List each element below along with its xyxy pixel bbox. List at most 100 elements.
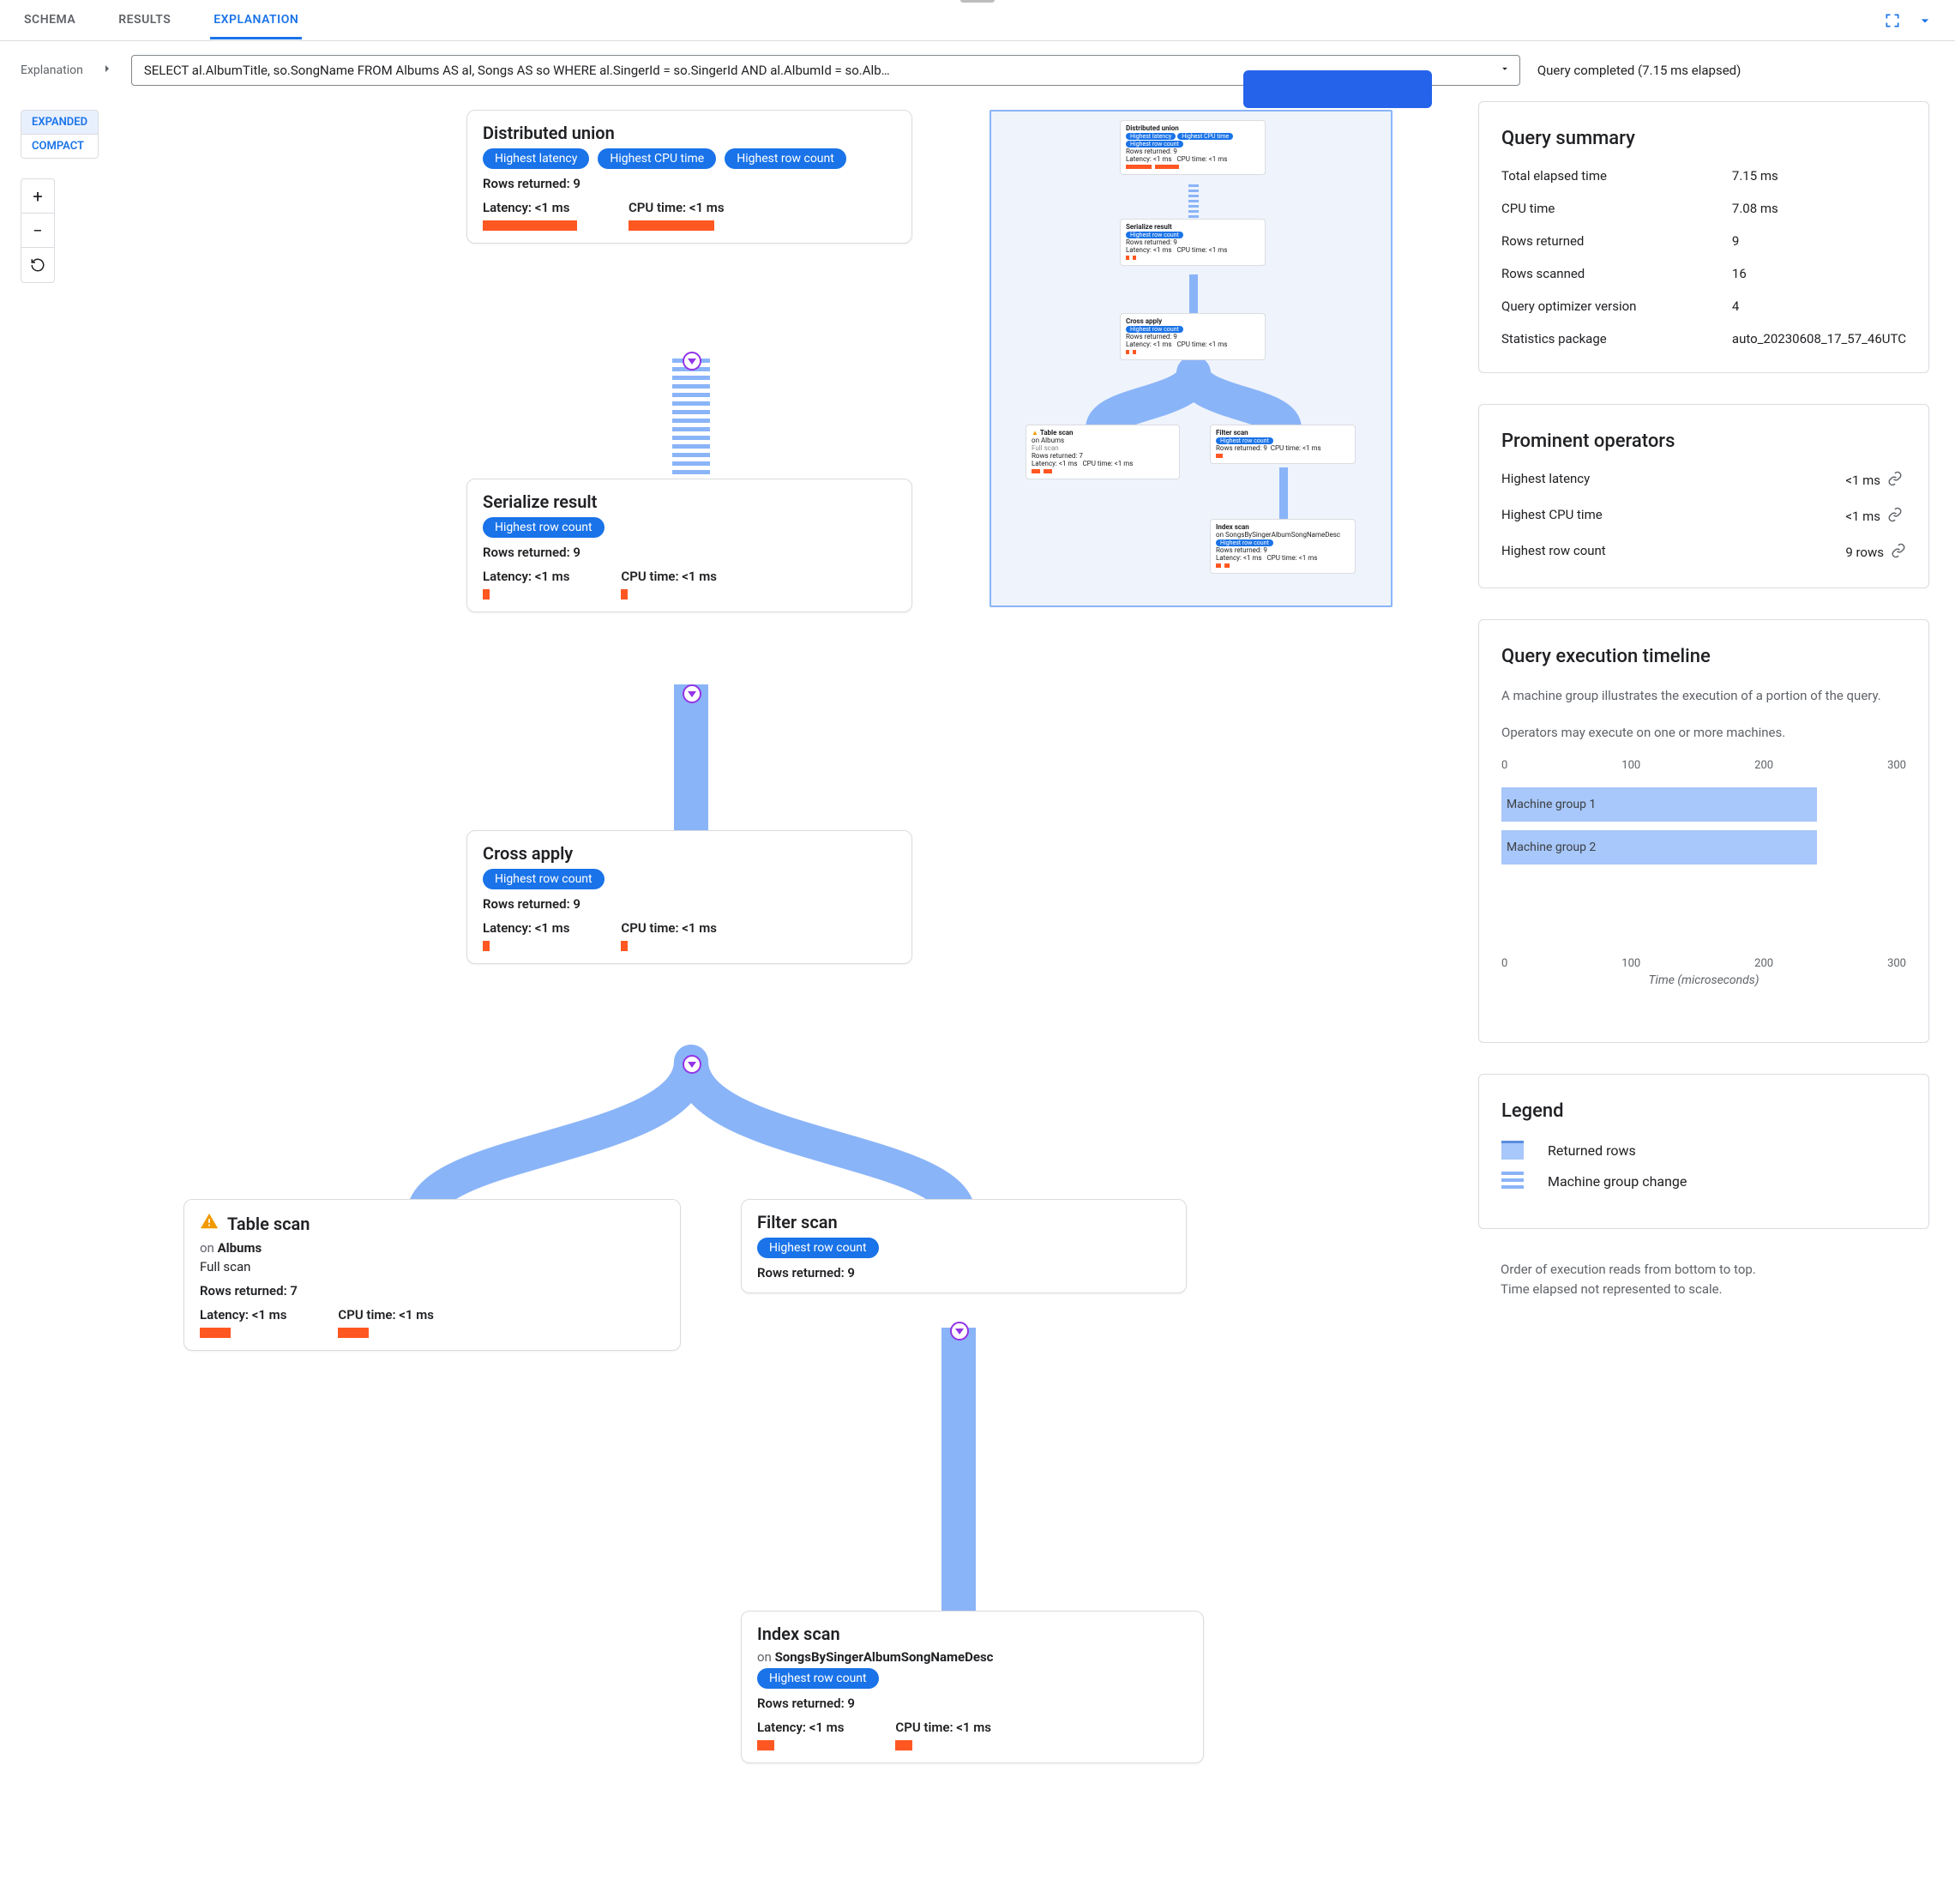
sub-fullscan: Full scan (200, 1259, 665, 1274)
latency-bar (200, 1328, 231, 1338)
footnote-line: Time elapsed not represented to scale. (1501, 1280, 1907, 1299)
latency-bar (483, 941, 490, 951)
panel-title: Prominent operators (1501, 431, 1906, 452)
tab-explanation[interactable]: EXPLANATION (210, 1, 302, 39)
badge-highest-rows: Highest row count (757, 1668, 879, 1689)
panel-query-summary: Query summary Total elapsed time7.15 ms … (1478, 101, 1929, 373)
node-serialize-result[interactable]: Serialize result Highest row count Rows … (466, 479, 912, 612)
summary-value: 16 (1732, 266, 1906, 281)
latency: Latency: <1 ms (483, 569, 569, 584)
query-status: Query completed (7.15 ms elapsed) (1537, 63, 1741, 78)
rows-returned: Rows returned: 9 (483, 176, 896, 191)
cpu-bar (629, 220, 714, 231)
fullscreen-icon[interactable] (1883, 11, 1902, 30)
minimap[interactable]: Distributed union Highest latencyHighest… (990, 110, 1393, 607)
prominent-value: <1 ms (1845, 509, 1880, 524)
tab-results[interactable]: RESULTS (115, 1, 174, 39)
plan-explorer[interactable]: EXPANDED COMPACT + − (21, 101, 1461, 1817)
cpu-time: CPU time: <1 ms (629, 200, 725, 215)
node-title: Distributed union (483, 123, 896, 143)
summary-key: CPU time (1501, 201, 1706, 216)
node-title: Index scan (757, 1624, 1188, 1644)
breadcrumb-label: Explanation (21, 63, 83, 77)
plan-graph[interactable]: Distributed union Highest latency Highes… (21, 101, 1461, 1817)
latency-bar (757, 1740, 774, 1750)
summary-value: auto_20230608_17_57_46UTC (1732, 331, 1906, 346)
legend-label: Machine group change (1548, 1173, 1687, 1190)
summary-key: Rows returned (1501, 233, 1706, 249)
edge (941, 1328, 976, 1611)
rows-returned: Rows returned: 9 (757, 1696, 1188, 1711)
badge-highest-cpu: Highest CPU time (598, 148, 716, 169)
latency: Latency: <1 ms (483, 920, 569, 936)
tick: 0 (1501, 957, 1507, 970)
sidebar: Query summary Total elapsed time7.15 ms … (1478, 101, 1955, 1298)
tab-schema[interactable]: SCHEMA (21, 1, 79, 39)
badge-highest-rows: Highest row count (757, 1238, 879, 1258)
tick: 300 (1887, 759, 1906, 772)
link-icon[interactable] (1887, 471, 1903, 490)
prominent-key: Highest CPU time (1501, 507, 1820, 526)
tick: 200 (1754, 759, 1773, 772)
node-filter-scan[interactable]: Filter scan Highest row count Rows retur… (741, 1199, 1187, 1293)
node-index-scan[interactable]: Index scan on SongsBySingerAlbumSongName… (741, 1611, 1204, 1763)
panel-timeline: Query execution timeline A machine group… (1478, 619, 1929, 1043)
cpu-bar (621, 941, 628, 951)
summary-key: Total elapsed time (1501, 168, 1706, 184)
latency: Latency: <1 ms (483, 200, 577, 215)
badge-highest-rows: Highest row count (725, 148, 846, 169)
prominent-key: Highest latency (1501, 471, 1820, 490)
node-cross-apply[interactable]: Cross apply Highest row count Rows retur… (466, 830, 912, 964)
panel-legend: Legend Returned rows Machine group chang… (1478, 1074, 1929, 1229)
chevron-down-icon[interactable] (1916, 11, 1934, 30)
panel-prominent-operators: Prominent operators Highest latency <1 m… (1478, 404, 1929, 588)
connector-icon (683, 684, 701, 703)
summary-key: Query optimizer version (1501, 298, 1706, 314)
timeline-chart: 0 100 200 300 Machine group 1 Machine gr… (1501, 759, 1906, 1016)
node-title: Filter scan (757, 1212, 1170, 1232)
connector-icon (683, 352, 701, 371)
latency-bar (483, 220, 577, 231)
query-text: SELECT al.AlbumTitle, so.SongName FROM A… (144, 63, 890, 78)
timeline-bar: Machine group 1 (1501, 787, 1817, 822)
node-title: Table scan (227, 1214, 310, 1234)
summary-key: Rows scanned (1501, 266, 1706, 281)
badge-highest-rows: Highest row count (483, 517, 605, 538)
legend-label: Returned rows (1548, 1142, 1636, 1159)
node-table-scan[interactable]: Table scan on Albums Full scan Rows retu… (183, 1199, 681, 1351)
summary-value: 7.08 ms (1732, 201, 1906, 216)
prominent-value: 9 rows (1845, 545, 1884, 560)
link-icon[interactable] (1887, 507, 1903, 526)
cpu-time: CPU time: <1 ms (621, 920, 717, 936)
footnote: Order of execution reads from bottom to … (1478, 1260, 1929, 1298)
tick: 200 (1754, 957, 1773, 970)
latency: Latency: <1 ms (757, 1720, 844, 1735)
cpu-time: CPU time: <1 ms (338, 1307, 434, 1323)
timeline-bar: Machine group 2 (1501, 830, 1817, 865)
cpu-time: CPU time: <1 ms (621, 569, 717, 584)
connector-icon (683, 1055, 701, 1074)
tick: 0 (1501, 759, 1507, 772)
rows-returned: Rows returned: 9 (757, 1265, 1170, 1280)
node-title: Cross apply (483, 843, 896, 864)
cpu-bar (338, 1328, 369, 1338)
sub-index: SongsBySingerAlbumSongNameDesc (775, 1649, 994, 1665)
prominent-value: <1 ms (1845, 473, 1880, 488)
drag-handle[interactable] (960, 0, 995, 3)
query-bar: Explanation SELECT al.AlbumTitle, so.Son… (0, 41, 1955, 93)
x-axis-label: Time (microseconds) (1501, 973, 1906, 987)
tab-bar: SCHEMA RESULTS EXPLANATION (0, 0, 1955, 41)
summary-value: 7.15 ms (1732, 168, 1906, 184)
footnote-line: Order of execution reads from bottom to … (1501, 1260, 1907, 1280)
sub-on: on (200, 1240, 218, 1256)
legend-swatch-striped (1501, 1172, 1524, 1190)
tick: 300 (1887, 957, 1906, 970)
timeline-desc: A machine group illustrates the executio… (1501, 686, 1906, 706)
cpu-time: CPU time: <1 ms (895, 1720, 991, 1735)
cpu-bar (895, 1740, 912, 1750)
dropdown-arrow-icon (1499, 63, 1511, 78)
node-title: Serialize result (483, 491, 896, 512)
node-distributed-union[interactable]: Distributed union Highest latency Highes… (466, 110, 912, 244)
link-icon[interactable] (1891, 543, 1906, 562)
summary-value: 4 (1732, 298, 1906, 314)
